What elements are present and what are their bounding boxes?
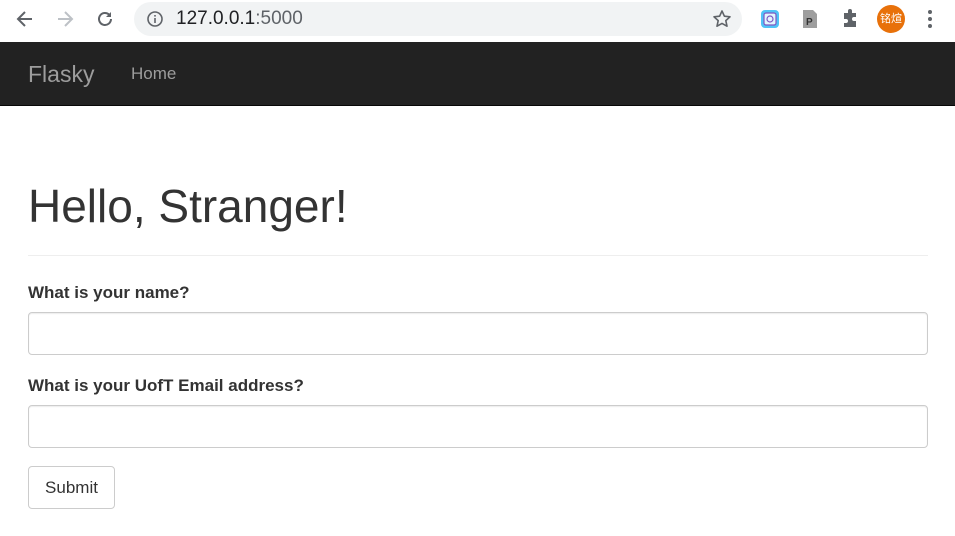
extensions-button[interactable]	[838, 7, 862, 31]
info-icon[interactable]	[146, 10, 164, 28]
url-host: 127.0.0.1	[176, 8, 256, 29]
puzzle-icon	[844, 9, 856, 27]
star-icon[interactable]	[712, 9, 732, 29]
arrow-left-icon	[16, 11, 32, 27]
page-title: Hello, Stranger!	[28, 180, 348, 232]
navbar-brand[interactable]: Flasky	[28, 61, 94, 87]
submit-button[interactable]: Submit	[28, 466, 115, 509]
more-vert-icon[interactable]	[920, 7, 940, 31]
p-extension-button[interactable]: P	[798, 7, 822, 31]
screenshot-extension-icon	[761, 10, 779, 28]
reload-icon	[98, 12, 112, 26]
url-text[interactable]: 127.0.0.1:5000	[176, 9, 303, 29]
name-input[interactable]	[28, 312, 928, 355]
name-label: What is your name?	[28, 283, 190, 302]
svg-text:P: P	[806, 17, 813, 28]
arrow-right-icon	[58, 11, 74, 27]
back-button[interactable]	[12, 6, 38, 32]
reload-button[interactable]	[92, 6, 118, 32]
browser-toolbar: 127.0.0.1:5000 P 铭煊	[0, 0, 955, 42]
screenshot-extension-button[interactable]	[758, 7, 782, 31]
nav-link-home[interactable]: Home	[131, 64, 176, 84]
profile-avatar[interactable]: 铭煊	[877, 5, 905, 33]
email-label: What is your UofT Email address?	[28, 376, 304, 395]
url-port: :5000	[255, 8, 303, 29]
page-header: Hello, Stranger!	[28, 178, 928, 256]
site-navbar: Flasky Home	[0, 42, 955, 106]
email-input[interactable]	[28, 405, 928, 448]
forward-button[interactable]	[52, 6, 78, 32]
p-extension-icon: P	[803, 10, 817, 28]
address-bar[interactable]: 127.0.0.1:5000	[134, 2, 742, 36]
